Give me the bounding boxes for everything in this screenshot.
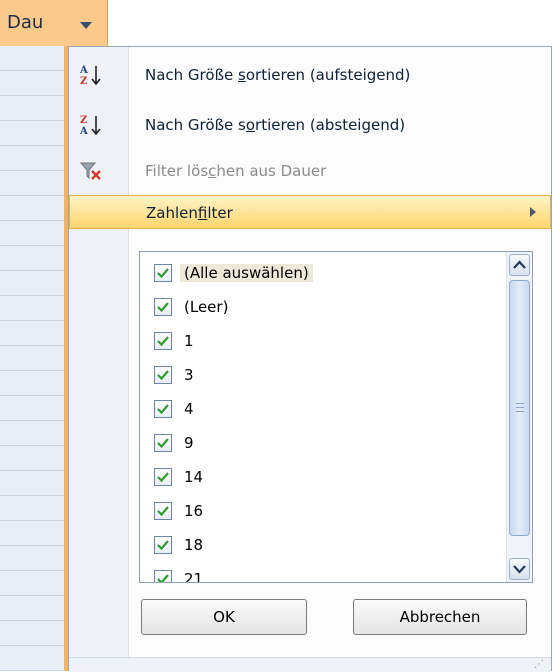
resize-grip-icon: ⋰ [534, 659, 545, 670]
checkbox[interactable] [154, 366, 172, 384]
sort-ascending-item[interactable]: A Z Nach Größe sortieren (aufsteigend) [69, 59, 551, 91]
checkmark-icon [157, 404, 169, 415]
scroll-down-button[interactable] [509, 558, 530, 580]
clear-filter-label: Filter löschen aus Dauer [145, 162, 327, 180]
list-item-label: 16 [184, 502, 204, 520]
checkbox[interactable] [154, 264, 172, 282]
column-header-label: Dau [7, 12, 44, 33]
svg-text:Z: Z [80, 76, 87, 87]
checkmark-icon [157, 574, 169, 582]
checkbox[interactable] [154, 434, 172, 452]
submenu-arrow-icon [530, 207, 536, 217]
list-item-label: 3 [184, 366, 194, 384]
chevron-up-icon [513, 260, 526, 269]
cancel-button[interactable]: Abbrechen [353, 599, 527, 635]
list-item-label: 4 [184, 400, 194, 418]
checkmark-icon [157, 370, 169, 381]
checkmark-icon [157, 268, 169, 279]
resize-bar[interactable]: ⋰ [69, 657, 551, 672]
list-item[interactable]: 21 [150, 564, 490, 583]
checklist-scrollbar[interactable] [506, 252, 532, 582]
list-item-label: (Alle auswählen) [180, 264, 313, 282]
list-item-label: 1 [184, 332, 194, 350]
list-item-label: 14 [184, 468, 204, 486]
column-header[interactable]: Dau [0, 0, 108, 46]
value-checklist[interactable]: (Alle auswählen) (Leer) 1 3 4 9 14 16 18 21 [139, 251, 533, 583]
checkbox[interactable] [154, 332, 172, 350]
checkmark-icon [157, 336, 169, 347]
number-filters-label: Zahlenfilter [146, 204, 233, 222]
checkmark-icon [157, 438, 169, 449]
checkbox[interactable] [154, 570, 172, 582]
sort-ascending-label: Nach Größe sortieren (aufsteigend) [145, 66, 411, 84]
list-item[interactable]: 9 [150, 428, 490, 458]
list-item-label: 9 [184, 434, 194, 452]
list-item[interactable]: 18 [150, 530, 490, 560]
clear-filter-icon [79, 159, 103, 183]
scroll-thumb[interactable] [509, 280, 530, 536]
checkmark-icon [157, 472, 169, 483]
list-item[interactable]: 16 [150, 496, 490, 526]
list-item-label: (Leer) [184, 298, 229, 316]
ok-button[interactable]: OK [141, 599, 307, 635]
checkbox[interactable] [154, 298, 172, 316]
checkbox[interactable] [154, 502, 172, 520]
svg-text:A: A [79, 65, 88, 76]
checkbox[interactable] [154, 468, 172, 486]
checkmark-icon [157, 506, 169, 517]
number-filters-item[interactable]: Zahlenfilter [69, 195, 551, 229]
list-item-label: 18 [184, 536, 204, 554]
sort-descending-label: Nach Größe sortieren (absteigend) [145, 116, 406, 134]
list-item-label: 21 [184, 570, 204, 583]
list-item[interactable]: (Leer) [150, 292, 490, 322]
sort-descending-item[interactable]: Z A Nach Größe sortieren (absteigend) [69, 109, 551, 141]
checkbox[interactable] [154, 400, 172, 418]
list-item[interactable]: 4 [150, 394, 490, 424]
checkmark-icon [157, 302, 169, 313]
filter-dropdown-icon[interactable] [80, 22, 92, 29]
sort-ascending-icon: A Z [79, 63, 103, 87]
list-item[interactable]: (Alle auswählen) [150, 258, 490, 288]
svg-text:A: A [79, 126, 88, 137]
list-item[interactable]: 3 [150, 360, 490, 390]
chevron-down-icon [513, 565, 526, 574]
checkmark-icon [157, 540, 169, 551]
list-item[interactable]: 1 [150, 326, 490, 356]
svg-text:Z: Z [80, 115, 87, 126]
scroll-up-button[interactable] [509, 254, 530, 276]
column-cells [0, 46, 68, 671]
checkbox[interactable] [154, 536, 172, 554]
sort-descending-icon: Z A [79, 113, 103, 137]
autofilter-menu: A Z Nach Größe sortieren (aufsteigend) Z… [68, 46, 552, 672]
list-item[interactable]: 14 [150, 462, 490, 492]
clear-filter-item: Filter löschen aus Dauer [69, 155, 551, 187]
